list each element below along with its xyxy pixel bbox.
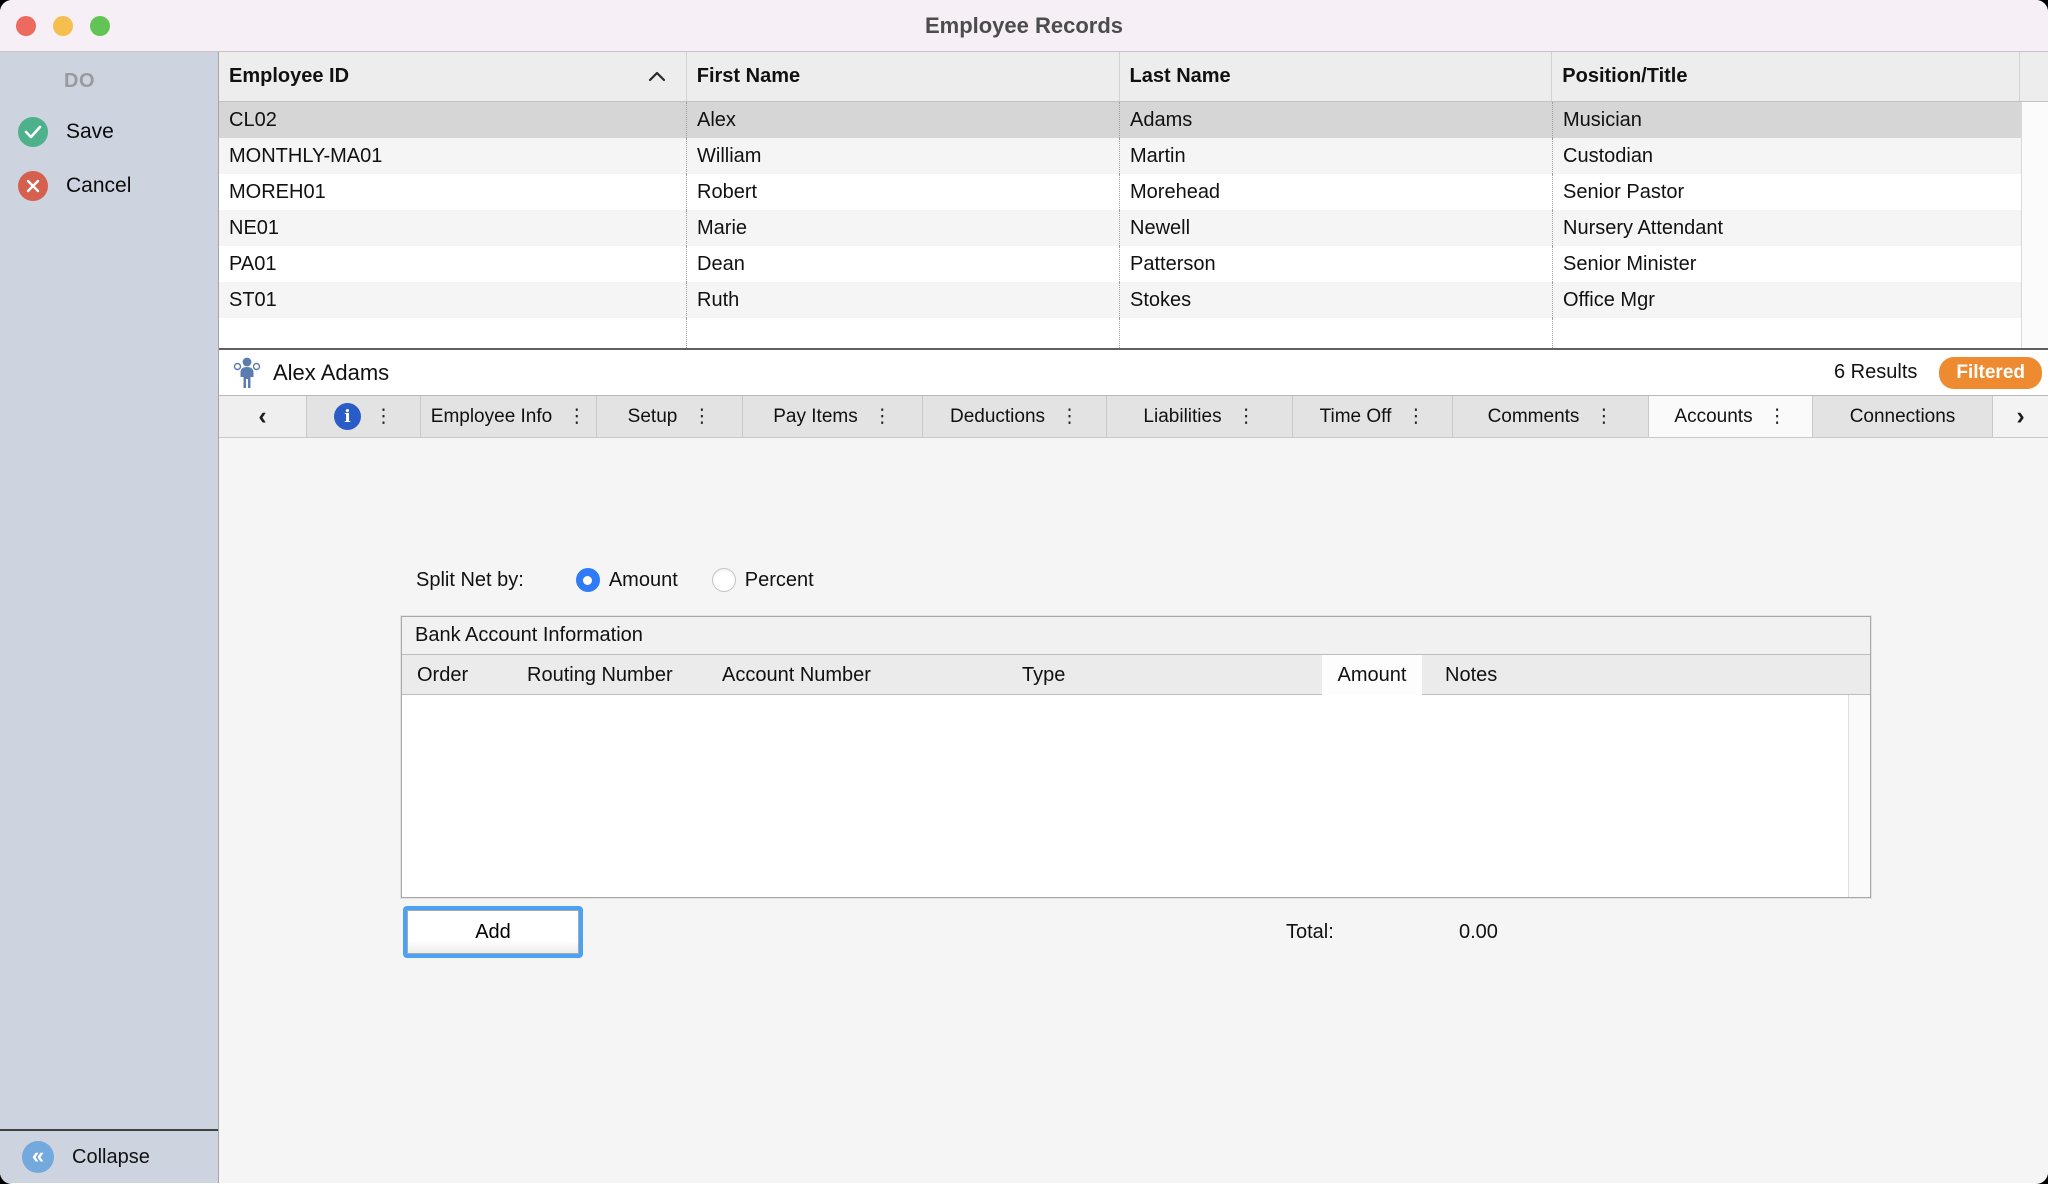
- table-scrollbar[interactable]: [2021, 102, 2048, 348]
- tab-menu-icon[interactable]: ⋮: [873, 407, 892, 426]
- radio-unselected-icon: [712, 568, 736, 592]
- tab-time-off[interactable]: Time Off ⋮: [1293, 396, 1453, 437]
- tabs-scroll-left-button[interactable]: ‹: [219, 396, 307, 437]
- tab-menu-icon[interactable]: ⋮: [1406, 407, 1425, 426]
- tab-menu-icon[interactable]: ⋮: [567, 407, 586, 426]
- column-header-order[interactable]: Order: [417, 655, 468, 695]
- bank-table-body: [402, 695, 1870, 897]
- tabs-scroll-right-button[interactable]: ›: [1993, 396, 2048, 437]
- filtered-badge[interactable]: Filtered: [1939, 357, 2042, 389]
- selected-record-bar: Alex Adams 6 Results Filtered: [219, 350, 2048, 396]
- tab-menu-icon[interactable]: ⋮: [1768, 407, 1787, 426]
- sidebar-header: DO: [0, 52, 218, 93]
- bank-table-scrollbar[interactable]: [1848, 695, 1870, 897]
- tab-employee-info[interactable]: Employee Info ⋮: [421, 396, 597, 437]
- table-row[interactable]: PA01 Dean Patterson Senior Minister: [219, 246, 2048, 282]
- info-icon: i: [334, 403, 361, 430]
- table-row[interactable]: MONTHLY-MA01 William Martin Custodian: [219, 138, 2048, 174]
- tab-comments[interactable]: Comments ⋮: [1453, 396, 1649, 437]
- tab-deductions[interactable]: Deductions ⋮: [923, 396, 1107, 437]
- employee-person-icon: [233, 357, 261, 389]
- tab-liabilities[interactable]: Liabilities ⋮: [1107, 396, 1293, 437]
- add-button[interactable]: Add: [407, 910, 579, 954]
- radio-selected-icon: [576, 568, 600, 592]
- collapse-chevrons-icon: «: [22, 1141, 54, 1173]
- save-check-icon: [18, 117, 48, 147]
- employee-table-header: Employee ID First Name Last Name Positio…: [219, 52, 2048, 102]
- column-header-first-name[interactable]: First Name: [687, 52, 1120, 101]
- add-button-focus-ring: Add: [403, 906, 583, 958]
- tab-pay-items[interactable]: Pay Items ⋮: [743, 396, 923, 437]
- column-header-account-number[interactable]: Account Number: [722, 655, 871, 695]
- table-row[interactable]: NE01 Marie Newell Nursery Attendant: [219, 210, 2048, 246]
- table-row[interactable]: ST01 Ruth Stokes Office Mgr: [219, 282, 2048, 318]
- column-header-spacer: [2020, 52, 2048, 101]
- total-value: 0.00: [1459, 906, 1498, 958]
- radio-percent[interactable]: Percent: [712, 568, 814, 592]
- radio-percent-label: Percent: [745, 569, 814, 592]
- column-header-routing-number[interactable]: Routing Number: [527, 655, 673, 695]
- save-button-label: Save: [66, 120, 114, 144]
- column-header-amount[interactable]: Amount: [1322, 655, 1422, 695]
- table-empty-space: [219, 318, 2048, 348]
- column-header-position[interactable]: Position/Title: [1552, 52, 2020, 101]
- cancel-x-icon: [18, 171, 48, 201]
- bank-panel-title: Bank Account Information: [402, 617, 1870, 655]
- column-header-last-name[interactable]: Last Name: [1120, 52, 1553, 101]
- column-header-employee-id[interactable]: Employee ID: [219, 52, 687, 101]
- collapse-button-label: Collapse: [72, 1146, 150, 1169]
- radio-amount-label: Amount: [609, 569, 678, 592]
- total-label: Total:: [1286, 906, 1334, 958]
- tab-menu-icon[interactable]: ⋮: [374, 407, 393, 426]
- results-count: 6 Results: [1834, 361, 1917, 384]
- tab-info[interactable]: i ⋮: [307, 396, 421, 437]
- tab-setup[interactable]: Setup ⋮: [597, 396, 743, 437]
- employee-table-body: CL02 Alex Adams Musician MONTHLY-MA01 Wi…: [219, 102, 2048, 350]
- column-header-type[interactable]: Type: [1022, 655, 1065, 695]
- detail-tabbar: ‹ i ⋮ Employee Info ⋮ Setup ⋮ Pay Items …: [219, 396, 2048, 438]
- tab-accounts[interactable]: Accounts ⋮: [1649, 396, 1813, 437]
- column-header-notes[interactable]: Notes: [1445, 655, 1497, 695]
- table-row[interactable]: MOREH01 Robert Morehead Senior Pastor: [219, 174, 2048, 210]
- bank-table-header: Order Routing Number Account Number Type…: [402, 655, 1870, 695]
- tab-menu-icon[interactable]: ⋮: [1594, 407, 1613, 426]
- tab-menu-icon[interactable]: ⋮: [692, 407, 711, 426]
- cancel-button[interactable]: Cancel: [0, 171, 218, 201]
- cancel-button-label: Cancel: [66, 174, 131, 198]
- action-sidebar: DO Save Cancel « Collapse: [0, 52, 218, 1183]
- titlebar: Employee Records: [0, 0, 2048, 52]
- window-title: Employee Records: [0, 0, 2048, 52]
- sort-ascending-icon: [648, 71, 666, 82]
- save-button[interactable]: Save: [0, 117, 218, 147]
- tab-menu-icon[interactable]: ⋮: [1060, 407, 1079, 426]
- tab-connections[interactable]: Connections: [1813, 396, 1993, 437]
- split-net-by-label: Split Net by:: [416, 569, 524, 592]
- table-row[interactable]: CL02 Alex Adams Musician: [219, 102, 2048, 138]
- bank-account-panel: Bank Account Information Order Routing N…: [401, 616, 1871, 898]
- selected-employee-name: Alex Adams: [273, 360, 389, 386]
- radio-amount[interactable]: Amount: [576, 568, 678, 592]
- tab-menu-icon[interactable]: ⋮: [1237, 407, 1256, 426]
- accounts-tab-content: Split Net by: Amount Percent Bank Accoun…: [219, 438, 2048, 1183]
- app-window: Employee Records DO Save Cancel « Collap…: [0, 0, 2048, 1184]
- collapse-button[interactable]: « Collapse: [0, 1129, 218, 1183]
